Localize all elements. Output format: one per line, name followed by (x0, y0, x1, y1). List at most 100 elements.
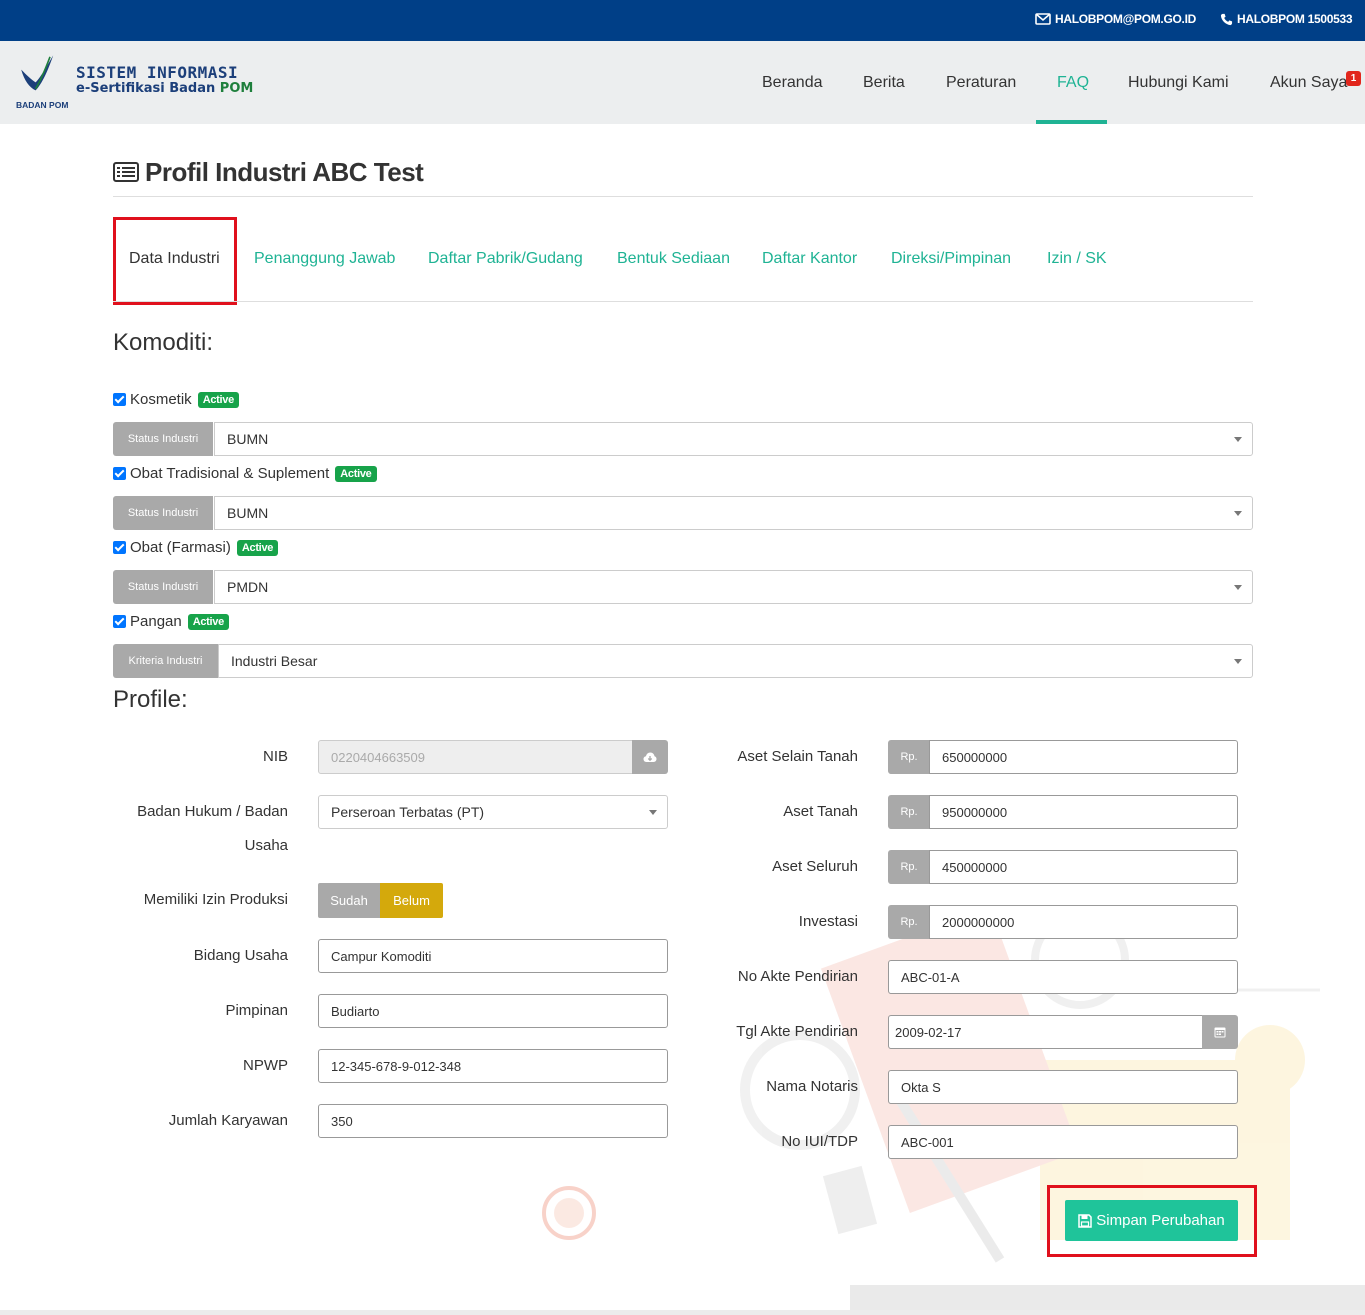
no-akte-input[interactable]: ABC-01-A (888, 960, 1238, 994)
page-title: Profil Industri ABC Test (145, 157, 424, 187)
izin-sudah-button[interactable]: Sudah (318, 883, 380, 918)
tab-daftar-kantor[interactable]: Daftar Kantor (762, 250, 857, 268)
chevron-down-icon (649, 810, 657, 815)
no-akte-label: No Akte Pendirian (737, 968, 858, 985)
jumlah-karyawan-input[interactable]: 350 (318, 1104, 668, 1138)
currency-addon: Rp. (888, 740, 930, 774)
brand-title: SISTEM INFORMASI (76, 63, 239, 82)
badan-hukum-label-line2: Usaha (244, 837, 288, 854)
chevron-down-icon (1234, 659, 1242, 664)
email-contact[interactable]: HALOBPOM@POM.GO.ID (1035, 12, 1196, 26)
aset-tanah-input[interactable]: 950000000 (929, 795, 1238, 829)
badan-pom-logo-icon[interactable] (18, 51, 66, 101)
tab-bentuk-sediaan[interactable]: Bentuk Sediaan (617, 250, 730, 268)
currency-addon: Rp. (888, 850, 930, 884)
brand-subtitle-pom: POM (219, 81, 254, 96)
pangan-kriteria-select[interactable]: Industri Besar (218, 644, 1253, 678)
calendar-icon (1214, 1027, 1226, 1038)
tab-penanggung-jawab[interactable]: Penanggung Jawab (254, 250, 395, 268)
obat-tradisional-status-select[interactable]: BUMN (214, 496, 1253, 530)
no-iui-tdp-input[interactable]: ABC-001 (888, 1125, 1238, 1159)
komoditi-item-pangan: Pangan Active (113, 613, 229, 630)
pangan-checkbox[interactable] (113, 615, 126, 628)
title-divider (113, 196, 1253, 197)
izin-produksi-label: Memiliki Izin Produksi (143, 891, 288, 908)
status-industri-addon: Status Industri (113, 496, 213, 530)
nib-input[interactable]: 0220404663509 (318, 740, 633, 774)
tab-direksi-pimpinan[interactable]: Direksi/Pimpinan (891, 250, 1011, 268)
badan-hukum-select[interactable]: Perseroan Terbatas (PT) (318, 795, 668, 829)
chevron-down-icon (1234, 437, 1242, 442)
aset-selain-tanah-input[interactable]: 650000000 (929, 740, 1238, 774)
cloud-download-icon (643, 752, 657, 762)
status-badge: Active (187, 613, 229, 630)
profile-heading: Profile: (113, 686, 188, 713)
phone-contact[interactable]: HALOBPOM 1500533 (1220, 12, 1353, 26)
status-badge: Active (197, 391, 239, 408)
phone-text: HALOBPOM 1500533 (1237, 12, 1353, 26)
obat-tradisional-label: Obat Tradisional & Suplement (130, 465, 330, 482)
pimpinan-label: Pimpinan (225, 1002, 288, 1019)
badan-hukum-value: Perseroan Terbatas (PT) (331, 804, 485, 820)
no-iui-tdp-label: No IUI/TDP (781, 1133, 858, 1150)
status-industri-addon: Status Industri (113, 570, 213, 604)
envelope-icon (1035, 13, 1051, 25)
nama-notaris-input[interactable]: Okta S (888, 1070, 1238, 1104)
bidang-usaha-label: Bidang Usaha (193, 947, 288, 964)
nav-hubungi-kami[interactable]: Hubungi Kami (1128, 74, 1229, 92)
list-alt-icon (113, 162, 139, 182)
npwp-input[interactable]: 12-345-678-9-012-348 (318, 1049, 668, 1083)
nav-peraturan[interactable]: Peraturan (946, 74, 1016, 92)
nav-beranda[interactable]: Beranda (762, 74, 823, 92)
account-notification-badge: 1 (1346, 71, 1361, 86)
aset-seluruh-label: Aset Seluruh (772, 858, 858, 875)
obat-farmasi-status-select[interactable]: PMDN (214, 570, 1253, 604)
obat-farmasi-label: Obat (Farmasi) (130, 539, 231, 556)
nama-notaris-label: Nama Notaris (766, 1078, 858, 1095)
obat-farmasi-checkbox[interactable] (113, 541, 126, 554)
currency-addon: Rp. (888, 795, 930, 829)
pimpinan-input[interactable]: Budiarto (318, 994, 668, 1028)
aset-seluruh-input[interactable]: 450000000 (929, 850, 1238, 884)
chevron-down-icon (1234, 585, 1242, 590)
investasi-input[interactable]: 2000000000 (929, 905, 1238, 939)
badan-hukum-label: Badan Hukum / Badan Usaha (113, 803, 288, 855)
investasi-label: Investasi (798, 913, 858, 930)
kriteria-industri-addon: Kriteria Industri (113, 644, 218, 678)
footer-strip (0, 1310, 1365, 1315)
nav-akun-saya[interactable]: Akun Saya (1270, 74, 1347, 92)
save-changes-label: Simpan Perubahan (1096, 1212, 1225, 1229)
nav-berita[interactable]: Berita (863, 74, 905, 92)
nav-faq[interactable]: FAQ (1057, 74, 1089, 92)
tab-izin-sk[interactable]: Izin / SK (1047, 250, 1107, 268)
tgl-akte-input[interactable]: 2009-02-17 (888, 1015, 1203, 1049)
brand-subtitle: e-Sertifikasi Badan POM (76, 81, 253, 96)
komoditi-item-obat-farmasi: Obat (Farmasi) Active (113, 539, 279, 556)
floppy-disk-icon (1078, 1213, 1093, 1228)
komoditi-item-kosmetik: Kosmetik Active (113, 391, 239, 408)
kosmetik-status-value: BUMN (227, 431, 269, 447)
izin-belum-button[interactable]: Belum (380, 883, 443, 918)
tabs-divider (113, 301, 1253, 302)
npwp-label: NPWP (243, 1057, 288, 1074)
status-industri-addon: Status Industri (113, 422, 213, 456)
save-changes-button[interactable]: Simpan Perubahan (1065, 1200, 1238, 1241)
cloud-download-button[interactable] (632, 740, 668, 774)
bidang-usaha-input[interactable]: Campur Komoditi (318, 939, 668, 973)
komoditi-heading: Komoditi: (113, 329, 214, 356)
currency-addon: Rp. (888, 905, 930, 939)
brand-subtitle-prefix: e-Sertifikasi Badan (76, 81, 220, 96)
top-contact-bar: HALOBPOM@POM.GO.ID HALOBPOM 1500533 (0, 0, 1365, 41)
kosmetik-checkbox[interactable] (113, 393, 126, 406)
obat-farmasi-status-value: PMDN (227, 579, 269, 595)
kosmetik-status-select[interactable]: BUMN (214, 422, 1253, 456)
jumlah-karyawan-label: Jumlah Karyawan (168, 1112, 288, 1129)
aset-tanah-label: Aset Tanah (783, 803, 858, 820)
obat-tradisional-status-value: BUMN (227, 505, 269, 521)
kosmetik-label: Kosmetik (130, 391, 192, 408)
calendar-button[interactable] (1202, 1015, 1238, 1049)
obat-tradisional-checkbox[interactable] (113, 467, 126, 480)
highlight-box-active-tab (113, 217, 237, 305)
status-badge: Active (335, 465, 377, 482)
tab-daftar-pabrik-gudang[interactable]: Daftar Pabrik/Gudang (428, 250, 583, 268)
